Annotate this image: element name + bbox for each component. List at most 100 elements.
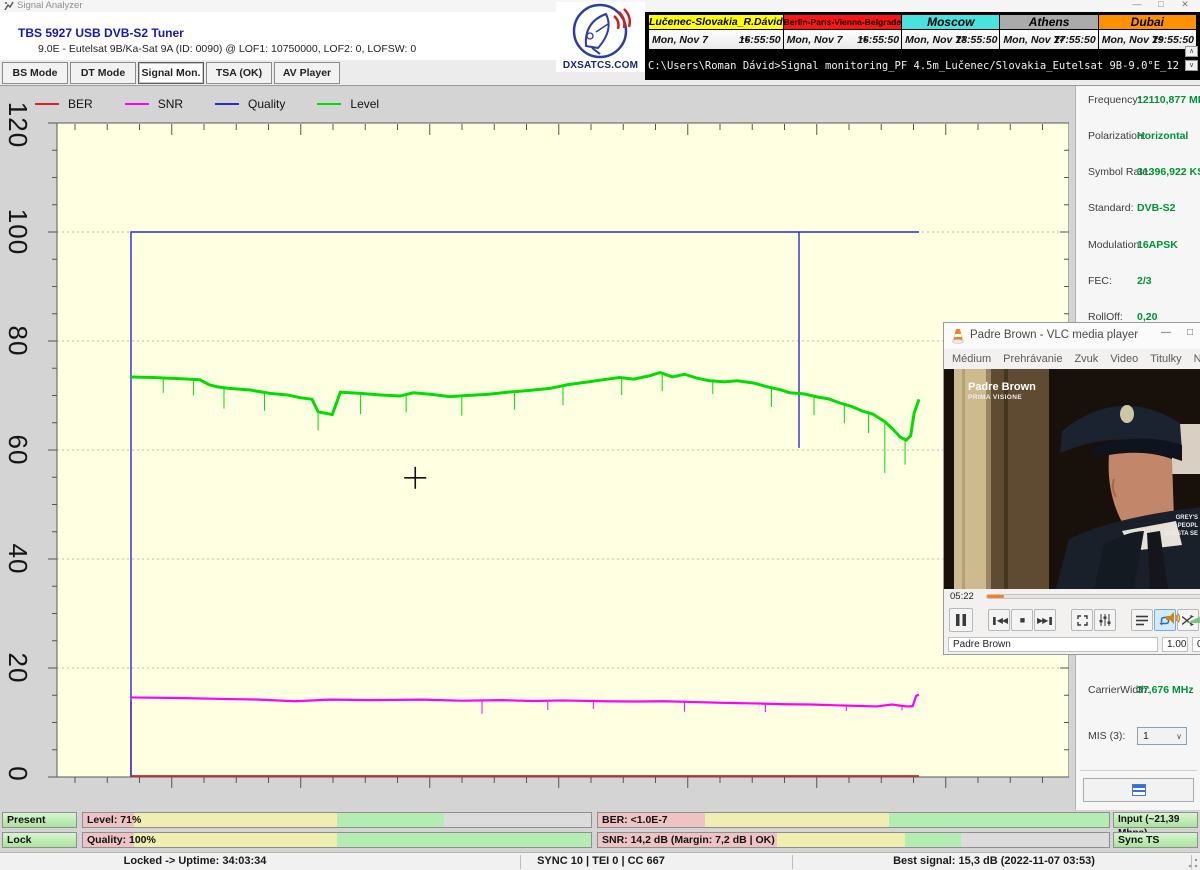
video-overlay-title: Padre Brown	[968, 381, 1036, 393]
lock-indicator: Lock	[2, 832, 77, 848]
equalizer-icon	[1099, 614, 1111, 626]
playlist-button[interactable]	[1131, 609, 1153, 631]
video-overlay-subtitle: PRIMA VISIONE	[968, 394, 1022, 401]
vlc-menu-medium[interactable]: Médium	[952, 349, 991, 369]
present-indicator: Present	[2, 812, 77, 828]
fullscreen-icon	[1077, 615, 1088, 626]
vlc-cone-icon	[951, 328, 965, 344]
vlc-total-time: 05	[1192, 637, 1200, 652]
tab-tsa[interactable]: TSA (OK)	[206, 62, 272, 84]
resize-grip[interactable]	[1188, 858, 1198, 868]
console-toggle-button[interactable]	[1083, 778, 1194, 802]
vlc-menu-bar: Médium Prehrávanie Zvuk Video Titulky Ná…	[952, 349, 1200, 369]
vlc-menu-audio[interactable]: Zvuk	[1074, 349, 1098, 369]
input-rate-indicator: Input (~21,39 Mbps)	[1113, 812, 1198, 828]
logo-text: DXSATCS.COM	[556, 60, 645, 71]
vlc-title-bar[interactable]: Padre Brown - VLC media player — □	[944, 323, 1200, 349]
status-bar: Locked -> Uptime: 34:03:34 SYNC 10 | TEI…	[0, 852, 1200, 870]
clock-time: 17:55:50	[1054, 30, 1096, 50]
vlc-seek-row: 05:22	[950, 591, 1200, 603]
clock-date: Mon, Nov 7	[1003, 30, 1059, 50]
clock-date: Mon, Nov 7	[652, 30, 708, 50]
world-clocks: Lučenec-Slovakia_R.Dávid Mon, Nov 7 +1 1…	[648, 14, 1197, 48]
level-bar-label: Level: 71%	[82, 812, 141, 828]
video-overlay-credits: GREY'S PEOPL QUESTA SE	[1164, 514, 1198, 538]
vlc-menu-video[interactable]: Video	[1110, 349, 1138, 369]
info-modulation: Modulation: 16APSK	[1076, 238, 1200, 252]
speaker-icon[interactable]	[1166, 611, 1181, 625]
stop-button[interactable]: ■	[1011, 609, 1033, 631]
tuner-info: 9.0E - Eutelsat 9B/Ka-Sat 9A (ID: 0090) …	[38, 43, 416, 55]
vlc-window: Padre Brown - VLC media player — □ Médiu…	[943, 322, 1200, 655]
signal-chart	[45, 122, 1069, 792]
y-axis-label-80: 80	[2, 326, 33, 357]
legend-ber: BER	[35, 97, 93, 111]
clock-time: 18:55:50	[955, 30, 997, 50]
sync-ts-indicator: Sync TS	[1113, 832, 1198, 848]
vlc-menu-subtitles[interactable]: Titulky	[1150, 349, 1181, 369]
info-polarization: Polarization: Horizontal	[1076, 129, 1200, 143]
quality-bar	[82, 832, 592, 848]
info-frequency: Frequency: 12110,877 MHz	[1076, 93, 1200, 107]
y-axis-label-20: 20	[2, 653, 33, 684]
mis-dropdown[interactable]: 1 ∨	[1137, 727, 1187, 745]
clock-date: Mon, Nov 7	[787, 30, 843, 50]
chart-legend: BER SNR Quality Level	[35, 96, 411, 112]
tab-bs-mode[interactable]: BS Mode	[2, 62, 68, 84]
clock-city: Dubai	[1099, 15, 1196, 29]
next-button[interactable]: ▶▶❚	[1034, 609, 1056, 631]
snr-line-swatch	[125, 103, 149, 105]
info-carrier-width: CarrierWidth: 37,676 MHz	[1076, 683, 1200, 697]
info-symbol-rate: Symbol Rate: 31396,922 KS/s	[1076, 165, 1200, 179]
vlc-seek-progress	[987, 595, 1004, 598]
clock-city: Moscow	[902, 15, 999, 29]
y-axis-label-40: 40	[2, 544, 33, 575]
clock-athens: Athens Mon, Nov 7 +2 17:55:50	[1000, 14, 1098, 48]
vlc-minimize-button[interactable]: —	[1156, 327, 1176, 338]
info-fec: FEC: 2/3	[1076, 274, 1200, 288]
window-title: Signal Analyzer	[17, 0, 82, 11]
vlc-menu-tools[interactable]: Nástroje	[1194, 349, 1200, 369]
sync-status: SYNC 10 | TEI 0 | CC 667	[537, 855, 665, 867]
clock-moscow: Moscow Mon, Nov 7 +3 18:55:50	[902, 14, 1000, 48]
panel-separator	[1080, 770, 1197, 771]
pause-button[interactable]	[949, 608, 973, 632]
stop-icon: ■	[1020, 615, 1024, 625]
scroll-up-icon[interactable]: ∧	[1185, 46, 1198, 57]
y-axis-label-0: 0	[2, 766, 33, 781]
close-button[interactable]: ✕	[1174, 0, 1196, 10]
equalizer-button[interactable]	[1094, 609, 1116, 631]
scroll-down-icon[interactable]: ∨	[1185, 60, 1198, 71]
tab-av-player[interactable]: AV Player	[274, 62, 340, 84]
best-signal-status: Best signal: 15,3 dB (2022-11-07 03:53)	[893, 855, 1095, 867]
maximize-button[interactable]: □	[1150, 0, 1172, 9]
legend-level: Level	[317, 97, 379, 111]
minimize-button[interactable]: —	[1126, 0, 1148, 9]
vlc-seek-bar[interactable]	[986, 594, 1200, 599]
next-icon: ▶▶❚	[1037, 616, 1053, 625]
clock-city: Lučenec-Slovakia_R.Dávid	[649, 15, 783, 29]
vlc-maximize-button[interactable]: □	[1180, 327, 1200, 338]
app-icon	[4, 1, 14, 11]
info-mis: MIS (3): 1 ∨	[1076, 729, 1200, 743]
vlc-menu-playback[interactable]: Prehrávanie	[1003, 349, 1062, 369]
tab-signal-mon[interactable]: Signal Mon.	[138, 62, 204, 84]
level-line-swatch	[317, 103, 341, 105]
tab-dt-mode[interactable]: DT Mode	[70, 62, 136, 84]
clock-berlin: Berlin-Paris-Vienna-Belgrade Mon, Nov 7 …	[784, 14, 902, 48]
chevron-down-icon: ∨	[1176, 729, 1182, 745]
dxsatcs-logo: DXSATCS.COM	[556, 2, 645, 72]
pause-icon	[956, 614, 966, 626]
vlc-video-frame[interactable]: Padre Brown PRIMA VISIONE GREY'S PEOPL Q…	[944, 369, 1200, 589]
tuner-name: TBS 5927 USB DVB-S2 Tuner	[18, 26, 184, 40]
clock-city: Athens	[1000, 15, 1097, 29]
clock-lucenec: Lučenec-Slovakia_R.Dávid Mon, Nov 7 +1 1…	[648, 14, 784, 48]
previous-button[interactable]: ❚◀◀	[988, 609, 1010, 631]
legend-snr: SNR	[125, 97, 183, 111]
volume-slider[interactable]	[1186, 611, 1200, 623]
vlc-playback-rate[interactable]: 1.00x	[1162, 637, 1188, 652]
vlc-now-playing: Padre Brown	[948, 637, 1158, 652]
status-divider	[792, 855, 793, 869]
fullscreen-button[interactable]	[1071, 609, 1093, 631]
vlc-controls: ❚◀◀ ■ ▶▶❚	[949, 607, 1200, 633]
